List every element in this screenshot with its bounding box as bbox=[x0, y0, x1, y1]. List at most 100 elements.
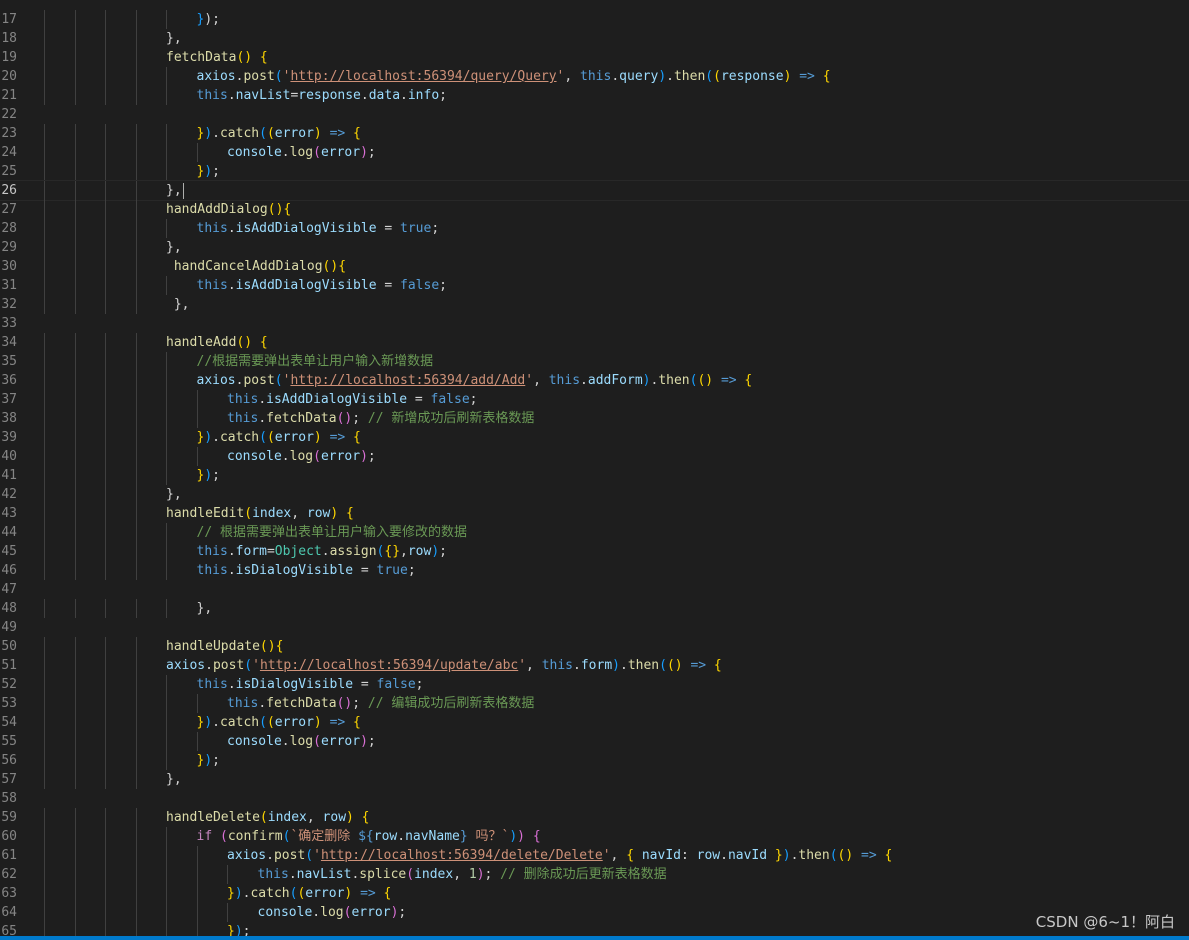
indent-guide bbox=[74, 200, 76, 219]
code-line[interactable]: 59 handleDelete(index, row) { bbox=[0, 808, 1189, 827]
code-line[interactable]: 53 this.fetchData(); // 编辑成功后刷新表格数据 bbox=[0, 694, 1189, 713]
indent-guide bbox=[166, 390, 167, 409]
code-line[interactable]: 23}).catch((error) => { bbox=[0, 124, 1189, 143]
code-line[interactable]: 22 bbox=[0, 105, 1189, 124]
line-number: 43 bbox=[1, 506, 17, 521]
indent-guide bbox=[135, 827, 137, 846]
code-line[interactable]: 39}).catch((error) => { bbox=[0, 428, 1189, 447]
code-token: navList bbox=[235, 88, 291, 103]
code-line[interactable]: 55 console.log(error); bbox=[0, 732, 1189, 751]
indent-guide bbox=[166, 561, 167, 580]
indent-guide bbox=[44, 656, 45, 675]
indent-guide bbox=[44, 751, 45, 770]
code-line[interactable]: 27 handAddDialog(){ bbox=[0, 200, 1189, 219]
indent-guide bbox=[135, 865, 137, 884]
code-token: . bbox=[611, 69, 620, 84]
code-line[interactable]: 33 bbox=[0, 314, 1189, 333]
code-line[interactable]: 17}); bbox=[0, 10, 1189, 29]
code-token: http://localhost:56394/update/abc bbox=[259, 658, 519, 673]
code-line[interactable]: 34 handleAdd() { bbox=[0, 333, 1189, 352]
indent-guide bbox=[196, 409, 198, 428]
code-line[interactable]: 49 bbox=[0, 618, 1189, 637]
code-token: ) bbox=[346, 810, 354, 825]
code-line[interactable]: 19 fetchData() { bbox=[0, 48, 1189, 67]
indent-guide bbox=[44, 466, 45, 485]
code-line[interactable]: 64 console.log(error); bbox=[0, 903, 1189, 922]
code-token: navName bbox=[405, 829, 460, 844]
code-token: index bbox=[414, 867, 454, 882]
code-line[interactable]: 54}).catch((error) => { bbox=[0, 713, 1189, 732]
code-line[interactable]: 50 handleUpdate(){ bbox=[0, 637, 1189, 656]
line-number: 51 bbox=[1, 658, 17, 673]
code-token: this bbox=[541, 658, 574, 673]
code-token: ; bbox=[367, 145, 376, 160]
code-line[interactable]: 47 bbox=[0, 580, 1189, 599]
code-line[interactable]: 42}, bbox=[0, 485, 1189, 504]
indent-guide bbox=[105, 732, 106, 751]
indent-guide bbox=[135, 884, 137, 903]
code-line[interactable]: 36 axios. post('http://localhost:56394/add… bbox=[0, 371, 1189, 390]
code-line[interactable]: 20 axios.post('http://localhost:56394/que… bbox=[0, 67, 1189, 86]
code-line[interactable]: 30 handCancelAddDialog(){ bbox=[0, 257, 1189, 276]
code-line[interactable]: 61 axios.post('http://localhost:56394/del… bbox=[0, 846, 1189, 865]
code-line[interactable]: 37 this.isAddDialogVisible = false; bbox=[0, 390, 1189, 409]
code-line[interactable]: 62 this.navList.splice(index, 1); // 删除成功… bbox=[0, 865, 1189, 884]
code-text: }); bbox=[197, 466, 220, 485]
indent-guide bbox=[135, 124, 137, 143]
code-token: error bbox=[274, 715, 314, 730]
code-line[interactable]: 32 }, bbox=[0, 295, 1189, 314]
indent-guide bbox=[135, 542, 137, 561]
indent-guide bbox=[135, 637, 137, 656]
code-token: ${ bbox=[358, 829, 374, 844]
code-line[interactable]: 21 this.navList=response.data.info; bbox=[0, 86, 1189, 105]
code-token: true bbox=[376, 563, 408, 578]
code-line[interactable]: 24 console.log(error); bbox=[0, 143, 1189, 162]
code-line[interactable]: 56}); bbox=[0, 751, 1189, 770]
code-line[interactable]: 48}, bbox=[0, 599, 1189, 618]
code-line[interactable]: 26}, bbox=[0, 180, 1189, 201]
code-line[interactable]: 31 this.isAddDialogVisible = false; bbox=[0, 276, 1189, 295]
code-token: . bbox=[281, 145, 290, 160]
code-line[interactable]: 28 this.isAddDialogVisible = true; bbox=[0, 219, 1189, 238]
code-line[interactable]: 46 this.isDialogVisible = true; bbox=[0, 561, 1189, 580]
line-number: 46 bbox=[1, 563, 17, 578]
code-line[interactable]: 43 handleEdit(index, row) { bbox=[0, 504, 1189, 523]
code-line[interactable]: 40 console.log(error); bbox=[0, 447, 1189, 466]
code-line[interactable]: 18}, bbox=[0, 29, 1189, 48]
indent-guide bbox=[74, 48, 76, 67]
code-line[interactable]: 52 this.isDialogVisible = false; bbox=[0, 675, 1189, 694]
indent-guide bbox=[105, 124, 106, 143]
code-line[interactable]: 51 axios.post('http://localhost:56394/upd… bbox=[0, 656, 1189, 675]
line-number: 31 bbox=[1, 278, 17, 293]
indent-guide bbox=[44, 884, 45, 903]
code-line[interactable]: 41}); bbox=[0, 466, 1189, 485]
code-line[interactable]: 65}); bbox=[0, 922, 1189, 936]
code-line[interactable]: 35 //根据需要弹出表单让用户输入新增数据 bbox=[0, 352, 1189, 371]
code-line[interactable]: 29}, bbox=[0, 238, 1189, 257]
code-token: . bbox=[212, 430, 220, 445]
code-token: this bbox=[227, 411, 259, 426]
indent-guide bbox=[196, 694, 198, 713]
code-token: = bbox=[353, 563, 377, 578]
indent-guide bbox=[135, 656, 137, 675]
code-token: log bbox=[289, 145, 314, 160]
code-token: isAddDialogVisible bbox=[266, 392, 408, 407]
code-line[interactable]: 45 this.form=Object.assign({},row); bbox=[0, 542, 1189, 561]
code-line[interactable]: 57}, bbox=[0, 770, 1189, 789]
indent-guide bbox=[166, 67, 167, 86]
indent-guide bbox=[74, 637, 76, 656]
code-token: this bbox=[196, 278, 228, 293]
code-token: addForm bbox=[587, 373, 643, 388]
indent-guide bbox=[44, 865, 45, 884]
code-line[interactable]: 60 if (confirm(`确定删除 ${row.navName} 吗？`))… bbox=[0, 827, 1189, 846]
line-number: 30 bbox=[1, 259, 17, 274]
line-number: 36 bbox=[1, 373, 17, 388]
code-line[interactable]: 38 this.fetchData(); // 新增成功后刷新表格数据 bbox=[0, 409, 1189, 428]
code-token: { bbox=[736, 373, 753, 388]
code-editor[interactable]: 17}); 18}, 19 fetchData() {20 axios.post('ht… bbox=[0, 0, 1189, 936]
code-line[interactable]: 63}).catch((error) => { bbox=[0, 884, 1189, 903]
code-line[interactable]: 25}); bbox=[0, 162, 1189, 181]
code-line[interactable]: 58 bbox=[0, 789, 1189, 808]
code-line[interactable]: 44 // 根据需要弹出表单让用户输入要修改的数据 bbox=[0, 523, 1189, 542]
indent-guide bbox=[44, 352, 45, 371]
